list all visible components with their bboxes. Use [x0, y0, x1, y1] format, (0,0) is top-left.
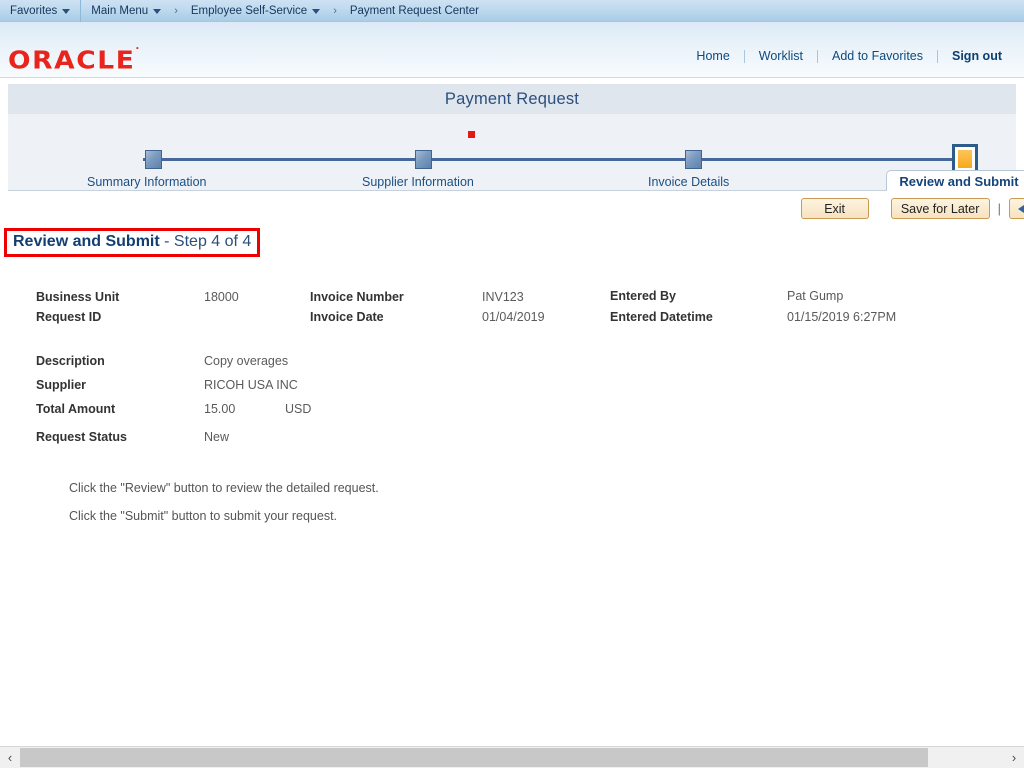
step-node-supplier-information[interactable] [415, 150, 432, 169]
exit-button-top[interactable]: Exit [801, 198, 869, 219]
page-title: Payment Request [445, 90, 579, 109]
step-node-invoice-details[interactable] [685, 150, 702, 169]
toolbar-divider: | [998, 201, 1001, 216]
save-for-later-label: Save for Later [901, 202, 980, 216]
instruction-submit: Click the "Submit" button to submit your… [69, 509, 337, 523]
chevron-down-icon [62, 9, 70, 14]
chevron-down-icon [153, 9, 161, 14]
red-marker-dot [468, 131, 475, 138]
exit-button-label: Exit [824, 202, 845, 216]
scrollbar-track[interactable] [20, 747, 1004, 769]
scroll-left-icon[interactable]: ‹ [0, 750, 20, 765]
field-label-request-status: Request Status [36, 430, 127, 444]
field-value-entered-by: Pat Gump [787, 289, 843, 303]
section-title: Review and Submit - Step 4 of 4 [13, 233, 251, 251]
field-label-description: Description [36, 354, 105, 368]
main-content: Business Unit 18000 Request ID Descripti… [0, 257, 1024, 547]
field-label-request-id: Request ID [36, 310, 101, 324]
field-label-invoice-date: Invoice Date [310, 310, 384, 324]
main-menu-label: Main Menu [91, 5, 148, 17]
favorites-menu[interactable]: Favorites [0, 0, 80, 21]
favorites-label: Favorites [10, 5, 57, 17]
sign-out-link[interactable]: Sign out [938, 49, 1020, 63]
step-tab-label: Review and Submit [899, 174, 1018, 189]
chevron-down-icon [312, 9, 320, 14]
step-label-invoice-details[interactable]: Invoice Details [648, 175, 729, 189]
field-label-entered-by: Entered By [610, 289, 676, 303]
field-label-invoice-number: Invoice Number [310, 290, 404, 304]
breadcrumb-separator: › [330, 5, 340, 17]
breadcrumb-bar: Favorites Main Menu › Employee Self-Serv… [0, 0, 1024, 22]
section-title-step: - Step 4 of 4 [160, 233, 252, 250]
field-label-business-unit: Business Unit [36, 290, 119, 304]
step-node-current-fill [958, 150, 972, 168]
field-value-invoice-date: 01/04/2019 [482, 310, 545, 324]
field-label-entered-datetime: Entered Datetime [610, 310, 713, 324]
main-menu[interactable]: Main Menu [81, 0, 171, 21]
previous-step-button-top[interactable] [1009, 198, 1024, 219]
home-link[interactable]: Home [682, 49, 743, 63]
field-value-entered-datetime: 01/15/2019 6:27PM [787, 310, 896, 324]
breadcrumb-label: Payment Request Center [350, 5, 479, 17]
step-label-summary-information[interactable]: Summary Information [87, 175, 206, 189]
field-value-business-unit: 18000 [204, 290, 239, 304]
oracle-logo-tm: · [135, 44, 141, 55]
step-tab-review-and-submit[interactable]: Review and Submit [886, 170, 1024, 191]
field-value-total-amount: 15.00 [204, 402, 235, 416]
header-links: Home Worklist Add to Favorites Sign out [682, 49, 1020, 63]
step-node-summary-information[interactable] [145, 150, 162, 169]
field-value-invoice-number: INV123 [482, 290, 524, 304]
oracle-logo-text: ORACLE [8, 46, 135, 75]
horizontal-scrollbar[interactable]: ‹ › [0, 746, 1024, 768]
step-label-supplier-information[interactable]: Supplier Information [362, 175, 474, 189]
triangle-left-icon [1018, 203, 1024, 215]
field-value-currency: USD [285, 402, 311, 416]
toolbar-top: Exit Save for Later | [0, 198, 1024, 219]
oracle-logo: ORACLE· [8, 46, 141, 75]
step-connector-line [143, 158, 964, 161]
save-for-later-button-top[interactable]: Save for Later [891, 198, 990, 219]
request-summary-fields: Business Unit 18000 Request ID Descripti… [0, 257, 1024, 547]
step-train: Summary Information Supplier Information… [8, 114, 1016, 191]
breadcrumb-label: Employee Self-Service [191, 5, 307, 17]
scroll-right-icon[interactable]: › [1004, 750, 1024, 765]
header-band: ORACLE· Home Worklist Add to Favorites S… [0, 22, 1024, 78]
instruction-review: Click the "Review" button to review the … [69, 481, 379, 495]
breadcrumb-separator: › [171, 5, 181, 17]
field-label-supplier: Supplier [36, 378, 86, 392]
add-to-favorites-link[interactable]: Add to Favorites [818, 49, 937, 63]
worklist-link[interactable]: Worklist [745, 49, 817, 63]
section-title-bold: Review and Submit [13, 233, 160, 250]
page-title-banner: Payment Request [8, 84, 1016, 114]
field-value-request-status: New [204, 430, 229, 444]
field-label-total-amount: Total Amount [36, 402, 115, 416]
section-title-annotation: Review and Submit - Step 4 of 4 [4, 228, 260, 257]
field-value-supplier: RICOH USA INC [204, 378, 298, 392]
field-value-description: Copy overages [204, 354, 288, 368]
scrollbar-thumb[interactable] [20, 748, 928, 767]
breadcrumb-payment-request-center[interactable]: Payment Request Center [340, 0, 489, 21]
breadcrumb-employee-self-service[interactable]: Employee Self-Service [181, 0, 330, 21]
